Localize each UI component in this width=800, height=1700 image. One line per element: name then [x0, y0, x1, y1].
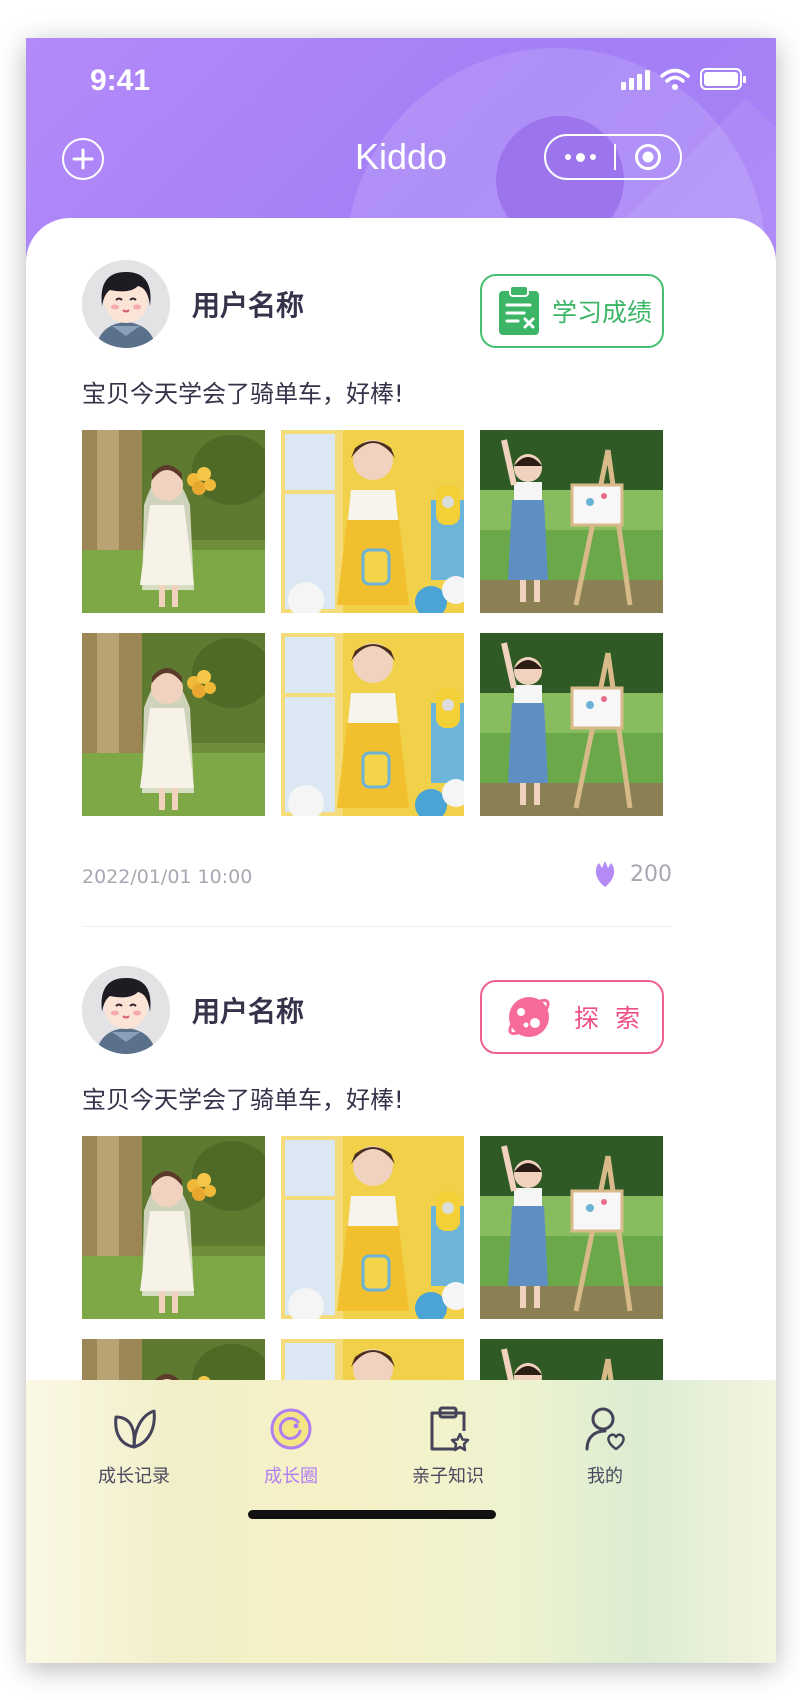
tab-label: 成长记录 — [98, 1466, 170, 1487]
like-button[interactable]: 200 — [594, 860, 672, 888]
photo-thumbnail[interactable] — [82, 1136, 265, 1319]
dot-icon — [575, 152, 585, 162]
photo-thumbnail[interactable] — [82, 633, 265, 816]
tab-growth-circle[interactable]: 成长圈 — [216, 1404, 366, 1488]
dot-icon — [589, 154, 596, 160]
category-tag[interactable]: 学习成绩 — [480, 274, 664, 348]
like-count: 200 — [630, 861, 672, 887]
close-miniprogram-button[interactable] — [616, 143, 680, 171]
photo-thumbnail[interactable] — [281, 1136, 464, 1319]
status-icons — [621, 68, 746, 90]
wifi-icon — [660, 68, 690, 90]
tulip-heart-icon — [595, 861, 615, 887]
category-tag[interactable]: 探 索 — [480, 980, 664, 1054]
leaf-icon — [114, 1409, 156, 1449]
tab-growth-record[interactable]: 成长记录 — [59, 1404, 209, 1488]
photo-thumbnail[interactable] — [480, 1136, 663, 1319]
signal-icon — [621, 68, 650, 90]
home-indicator — [248, 1510, 496, 1519]
post-caption: 宝贝今天学会了骑单车，好棒! — [82, 380, 404, 408]
more-button[interactable] — [546, 136, 614, 178]
post-divider — [82, 926, 672, 927]
username[interactable]: 用户名称 — [192, 284, 304, 324]
tag-label: 学习成绩 — [552, 298, 653, 327]
status-time: 9:41 — [90, 64, 151, 97]
tab-label: 成长圈 — [264, 1466, 318, 1487]
photo-thumbnail[interactable] — [281, 633, 464, 816]
clipboard-star-icon — [430, 1406, 470, 1452]
photo-thumbnail[interactable] — [480, 633, 663, 816]
dot-icon — [564, 154, 571, 160]
miniprogram-capsule — [544, 134, 682, 180]
circle-icon — [270, 1408, 312, 1450]
avatar[interactable] — [82, 966, 170, 1054]
planet-icon — [508, 997, 550, 1037]
report-icon — [499, 285, 539, 335]
tab-parenting-knowledge[interactable]: 亲子知识 — [373, 1404, 523, 1488]
phone-screen: 9:41 Kiddo 用户名称 学习成绩 宝贝今天学会了骑单车，好棒! 2022… — [26, 38, 776, 1663]
avatar[interactable] — [82, 260, 170, 348]
tab-label: 我的 — [587, 1466, 623, 1487]
battery-icon — [700, 68, 746, 90]
post-caption: 宝贝今天学会了骑单车，好棒! — [82, 1086, 404, 1114]
username[interactable]: 用户名称 — [192, 990, 304, 1030]
post-timestamp: 2022/01/01 10:00 — [82, 866, 253, 888]
tag-label: 探 索 — [574, 1004, 644, 1033]
feed-post: 用户名称 学习成绩 宝贝今天学会了骑单车，好棒! 2022/01/01 10:0… — [82, 260, 672, 940]
user-heart-icon — [585, 1407, 625, 1451]
tab-mine[interactable]: 我的 — [530, 1404, 680, 1488]
photo-thumbnail[interactable] — [281, 430, 464, 613]
bottom-tab-bar: 成长记录 成长圈 亲子知识 我的 — [26, 1380, 776, 1663]
tab-label: 亲子知识 — [412, 1466, 484, 1487]
photo-thumbnail[interactable] — [480, 430, 663, 613]
post-footer: 2022/01/01 10:00 200 — [82, 860, 672, 900]
photo-thumbnail[interactable] — [82, 430, 265, 613]
target-icon — [635, 144, 661, 170]
